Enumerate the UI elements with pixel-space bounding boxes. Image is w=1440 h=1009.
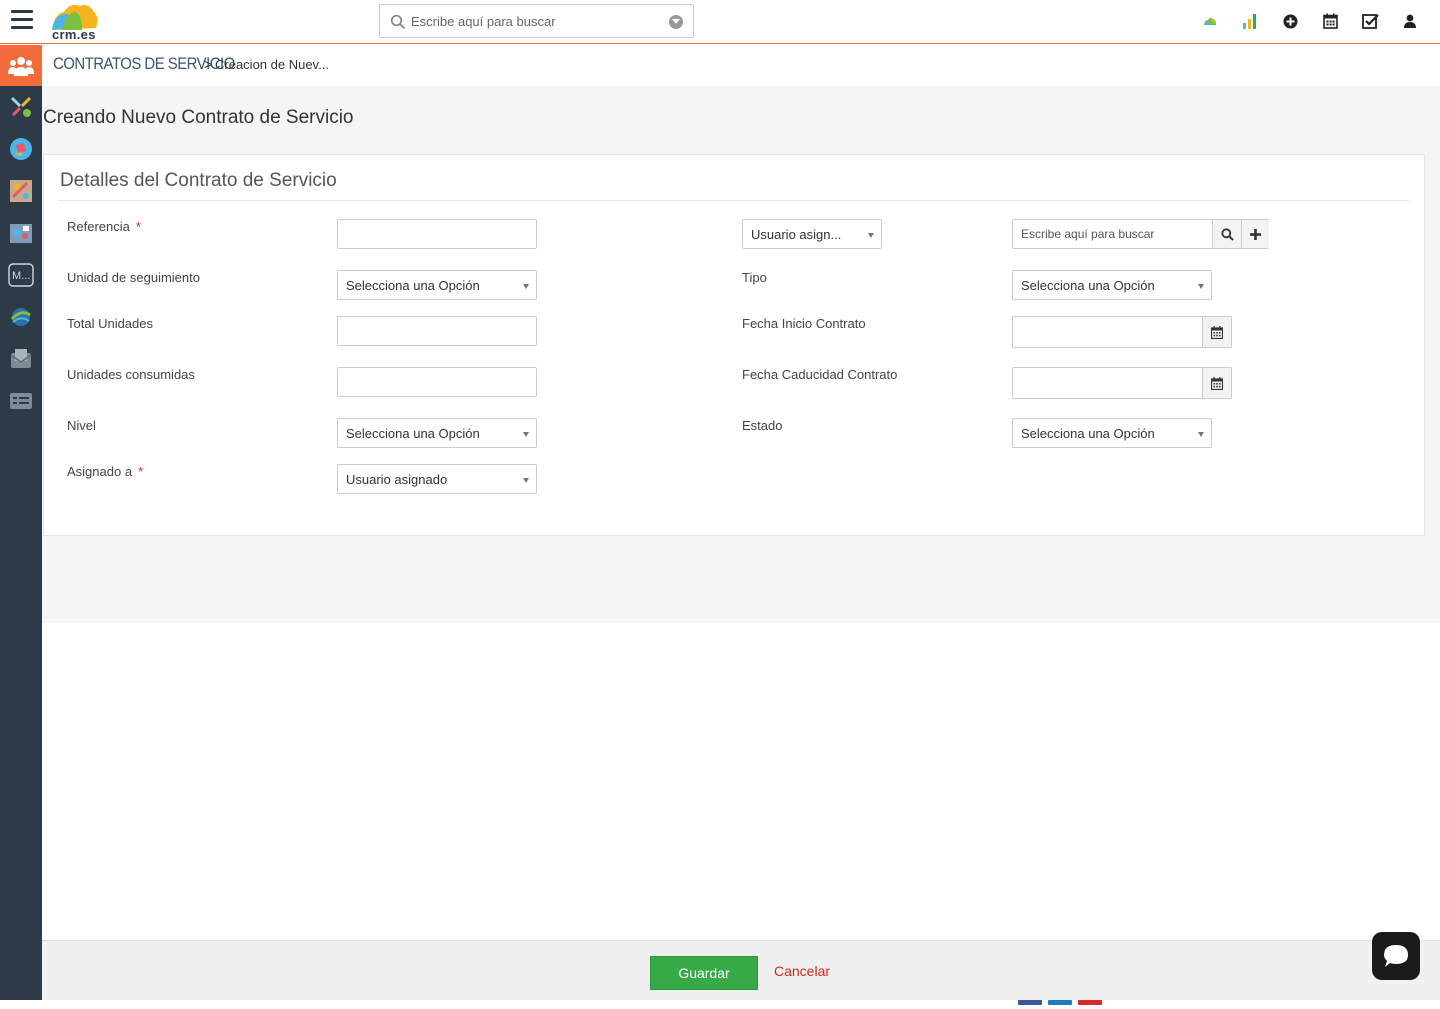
more-modules-icon: M... xyxy=(8,263,34,287)
sidebar-item-more[interactable]: M... xyxy=(0,254,42,296)
breadcrumb-current: Creacion de Nuev... xyxy=(215,57,329,72)
unidad-seguimiento-select[interactable]: Selecciona una Opción xyxy=(337,270,537,300)
estado-label: Estado xyxy=(742,418,783,433)
sidebar-item-projects[interactable] xyxy=(0,296,42,338)
asignado-a-label: Asignado a * xyxy=(67,464,144,479)
estado-select[interactable]: Selecciona una Opción xyxy=(1012,418,1212,448)
sidebar-item-sales[interactable] xyxy=(0,128,42,170)
sidebar-item-inventory[interactable] xyxy=(0,170,42,212)
sidebar-item-contacts[interactable] xyxy=(0,45,42,86)
sidebar-item-reports[interactable] xyxy=(0,380,42,422)
asignado-a-value: Usuario asignado xyxy=(346,472,448,487)
nivel-select[interactable]: Selecciona una Opción xyxy=(337,418,537,448)
required-marker: * xyxy=(135,219,141,234)
menu-icon[interactable] xyxy=(11,10,33,32)
top-bar: crm.es xyxy=(0,0,1440,44)
tipo-value: Selecciona una Opción xyxy=(1021,278,1155,293)
sidebar-item-email[interactable] xyxy=(0,338,42,380)
search-icon xyxy=(1220,227,1234,241)
asignado-a-select[interactable]: Usuario asignado xyxy=(337,464,537,494)
dropdown-arrow-icon xyxy=(523,284,529,289)
dropdown-arrow-icon xyxy=(1198,432,1204,437)
add-button[interactable] xyxy=(1241,220,1269,248)
sales-icon xyxy=(10,138,32,160)
required-marker: * xyxy=(138,464,144,479)
add-circle-icon[interactable] xyxy=(1270,11,1310,31)
dropdown-arrow-icon xyxy=(523,432,529,437)
bar-chart-icon[interactable] xyxy=(1230,11,1270,31)
fecha-caducidad-label: Fecha Caducidad Contrato xyxy=(742,367,898,382)
sidebar: M... xyxy=(0,45,42,1000)
owner-type-select[interactable]: Usuario asign... xyxy=(742,219,882,249)
related-search-input[interactable] xyxy=(1021,226,1206,242)
cloud-icon[interactable] xyxy=(1190,11,1230,31)
plus-icon xyxy=(1250,228,1261,240)
tipo-label: Tipo xyxy=(742,270,767,285)
fecha-inicio-label: Fecha Inicio Contrato xyxy=(742,316,866,331)
tools-icon xyxy=(10,96,32,117)
tipo-select[interactable]: Selecciona una Opción xyxy=(1012,270,1212,300)
support-icon xyxy=(10,224,32,243)
panel-title: Detalles del Contrato de Servicio xyxy=(60,170,337,191)
chat-button[interactable] xyxy=(1372,932,1420,980)
linkedin-icon[interactable] xyxy=(1048,1000,1072,1005)
user-icon[interactable] xyxy=(1390,11,1430,31)
global-search[interactable] xyxy=(379,4,694,38)
estado-value: Selecciona una Opción xyxy=(1021,426,1155,441)
reports-icon xyxy=(10,393,32,409)
breadcrumb: CONTRATOS DE SERVICIO > Creacion de Nuev… xyxy=(42,45,1440,86)
top-icons xyxy=(1190,11,1430,31)
calendar-button[interactable] xyxy=(1202,368,1231,398)
dropdown-arrow-icon xyxy=(868,233,874,238)
total-unidades-input[interactable] xyxy=(337,316,537,346)
inventory-icon xyxy=(10,180,32,202)
youtube-icon[interactable] xyxy=(1078,1000,1102,1005)
unidades-consumidas-label: Unidades consumidas xyxy=(67,367,195,382)
breadcrumb-separator: > xyxy=(204,56,213,72)
sidebar-item-support[interactable] xyxy=(0,212,42,254)
calendar-icon[interactable] xyxy=(1310,11,1350,31)
projects-icon xyxy=(10,308,31,326)
svg-text:M...: M... xyxy=(12,270,30,282)
fecha-caducidad-field[interactable] xyxy=(1012,367,1232,399)
dropdown-arrow-icon xyxy=(523,478,529,483)
nivel-value: Selecciona una Opción xyxy=(346,426,480,441)
unidad-seguimiento-label: Unidad de seguimiento xyxy=(67,270,200,285)
owner-type-select-value: Usuario asign... xyxy=(751,227,842,242)
fecha-inicio-field[interactable] xyxy=(1012,316,1232,348)
search-icon xyxy=(390,14,406,30)
unidades-consumidas-input[interactable] xyxy=(337,367,537,397)
referencia-input[interactable] xyxy=(337,219,537,249)
facebook-icon[interactable] xyxy=(1018,1000,1042,1005)
referencia-label: Referencia * xyxy=(67,219,141,234)
calendar-icon xyxy=(1211,325,1223,339)
related-search[interactable] xyxy=(1012,219,1269,249)
logo-text: crm.es xyxy=(52,27,96,42)
users-group-icon xyxy=(8,56,34,76)
search-button[interactable] xyxy=(1212,220,1241,248)
unidad-seguimiento-value: Selecciona una Opción xyxy=(346,278,480,293)
email-icon xyxy=(10,349,32,368)
page-title: Creando Nuevo Contrato de Servicio xyxy=(43,107,354,128)
cancel-link[interactable]: Cancelar xyxy=(774,963,830,979)
calendar-button[interactable] xyxy=(1202,317,1231,347)
sidebar-item-marketing[interactable] xyxy=(0,86,42,128)
save-button[interactable]: Guardar xyxy=(650,956,758,990)
checkbox-icon[interactable] xyxy=(1350,11,1390,31)
total-unidades-label: Total Unidades xyxy=(67,316,153,331)
global-search-input[interactable] xyxy=(411,11,661,31)
search-options-icon[interactable] xyxy=(669,15,683,29)
nivel-label: Nivel xyxy=(67,418,96,433)
chat-bubble-icon xyxy=(1384,945,1408,967)
divider xyxy=(58,200,1410,201)
form-footer: Guardar Cancelar xyxy=(42,940,1440,1000)
dropdown-arrow-icon xyxy=(1198,284,1204,289)
calendar-icon xyxy=(1211,376,1223,390)
